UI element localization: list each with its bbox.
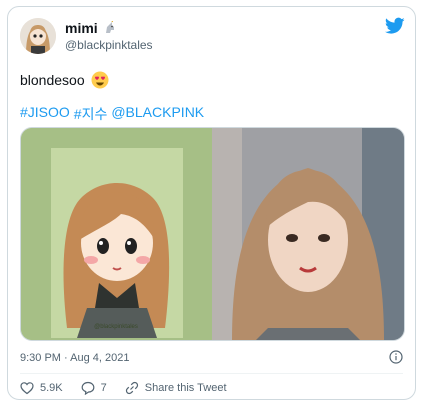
unicorn-emoji-icon bbox=[105, 21, 114, 33]
hashtag-jisoo-korean-link[interactable]: #지수 bbox=[74, 104, 108, 124]
media-right-photo[interactable] bbox=[212, 128, 404, 340]
reply-button[interactable]: 7 bbox=[81, 381, 107, 395]
reply-count: 7 bbox=[100, 382, 107, 394]
portrait-photo-icon bbox=[212, 128, 404, 340]
tweet-card[interactable]: mimi @blackpinktales blondesoo #JISOO #지… bbox=[7, 6, 416, 400]
heart-icon bbox=[20, 382, 34, 395]
info-icon[interactable] bbox=[389, 350, 403, 364]
heart-eyes-emoji-icon bbox=[91, 71, 109, 89]
tweet-actions: 5.9K 7 Share this Tweet bbox=[20, 381, 245, 395]
illustration-caption: @blackpinktales bbox=[94, 324, 138, 330]
mention-blackpink-link[interactable]: @BLACKPINK bbox=[111, 104, 204, 124]
twitter-logo-icon[interactable] bbox=[385, 17, 405, 35]
divider bbox=[20, 373, 403, 374]
hashtag-jisoo-link[interactable]: #JISOO bbox=[20, 104, 70, 124]
cartoon-avatar-icon bbox=[20, 18, 56, 54]
media-left-illustration[interactable]: @blackpinktales bbox=[21, 128, 212, 340]
share-button[interactable]: Share this Tweet bbox=[125, 381, 227, 395]
reply-bubble-icon bbox=[81, 381, 95, 395]
share-label: Share this Tweet bbox=[144, 382, 227, 394]
tweet-media[interactable]: @blackpinktales bbox=[20, 127, 405, 341]
author-handle[interactable]: @blackpinktales bbox=[65, 38, 153, 52]
tweet-text: blondesoo bbox=[20, 72, 85, 88]
cartoon-illustration-icon bbox=[21, 128, 212, 340]
like-count: 5.9K bbox=[40, 382, 63, 394]
like-button[interactable]: 5.9K bbox=[20, 381, 63, 395]
author-avatar[interactable] bbox=[20, 18, 56, 54]
tweet-timestamp[interactable]: 9:30 PM · Aug 4, 2021 bbox=[20, 352, 129, 364]
share-link-icon bbox=[125, 381, 138, 395]
author-display-name[interactable]: mimi bbox=[65, 20, 98, 36]
